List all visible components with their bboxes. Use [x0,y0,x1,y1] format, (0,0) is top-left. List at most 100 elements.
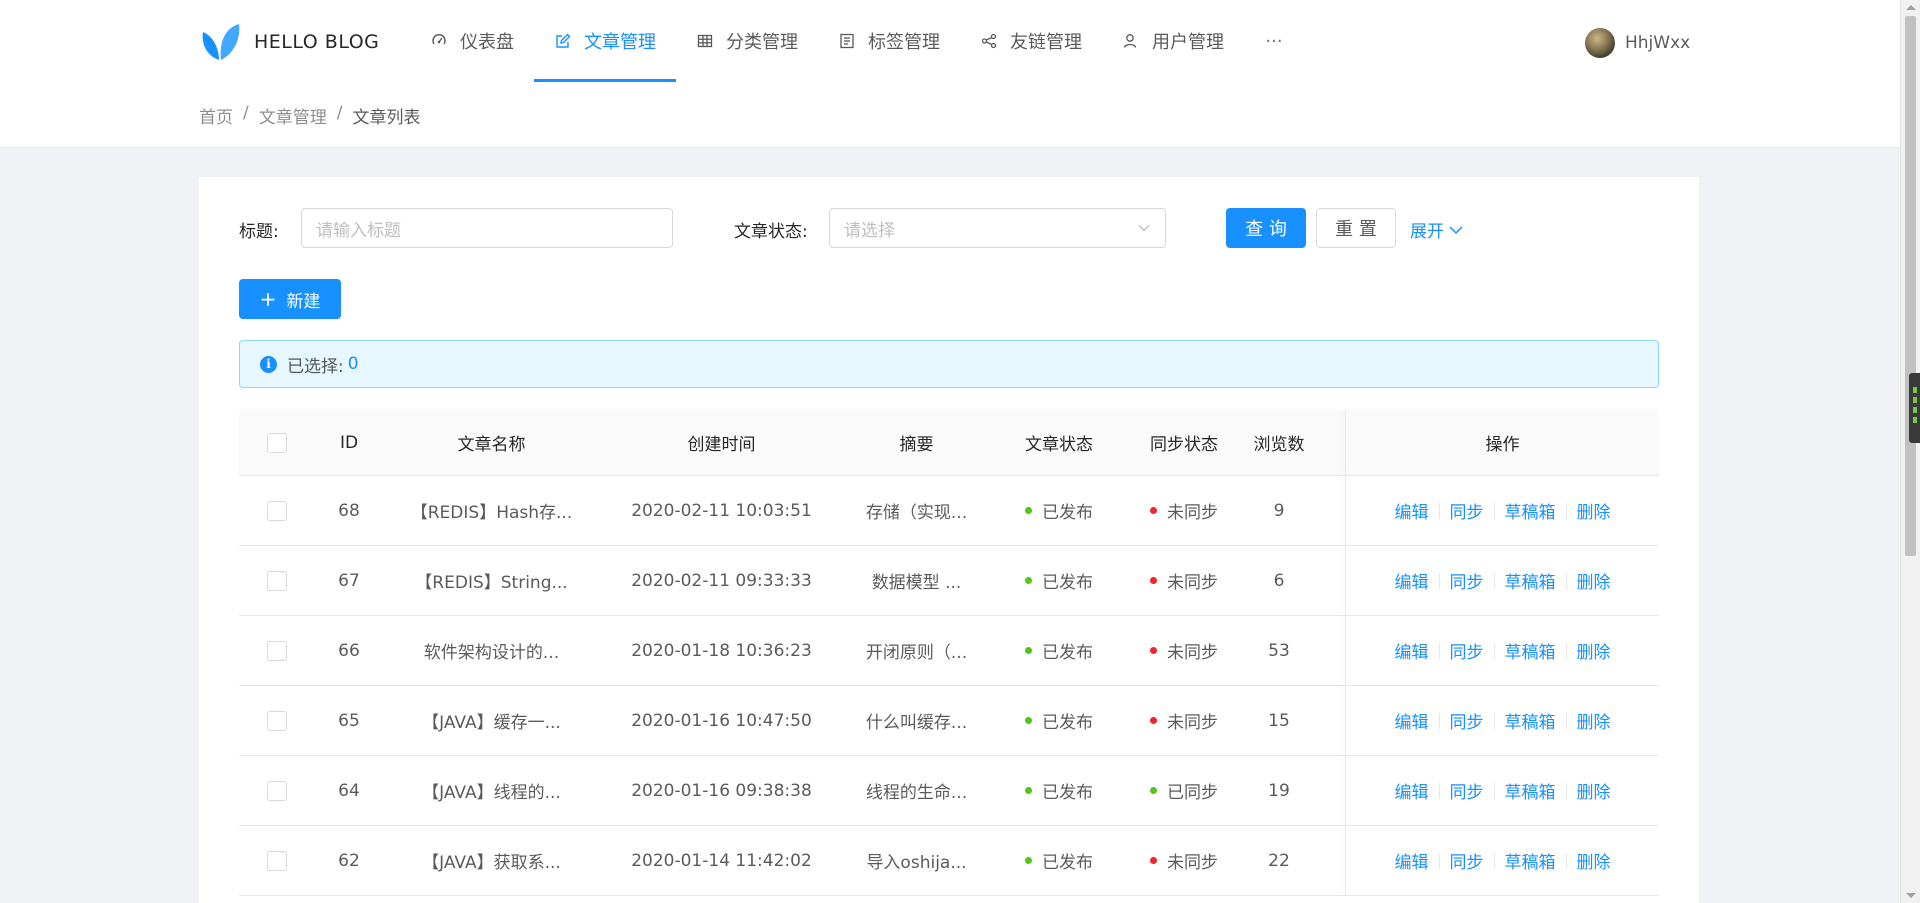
chevron-down-icon [1138,225,1150,232]
nav-item-categories[interactable]: 分类管理 [676,0,818,82]
sync-link[interactable]: 同步 [1450,708,1484,733]
cell-status: 已发布 [989,686,1129,755]
edit-link[interactable]: 编辑 [1395,568,1429,593]
cell-ops: 编辑 同步 草稿箱 删除 [1346,826,1659,895]
header-checkbox-cell [239,410,314,475]
sync-dot [1150,647,1157,654]
nav-label: 仪表盘 [460,32,514,53]
cell-id: 64 [338,780,360,801]
cell-id: 65 [338,710,360,731]
edit-link[interactable]: 编辑 [1395,708,1429,733]
sync-link[interactable]: 同步 [1450,778,1484,803]
cell-status: 已发布 [989,826,1129,895]
row-checkbox[interactable] [266,710,287,731]
side-widget[interactable] [1909,373,1920,443]
header-ops: 操作 [1485,435,1520,455]
table-body: 68 【REDIS】Hash存... 2020-02-11 10:03:51 存储（实… [239,476,1659,896]
expand-link[interactable]: 展开 [1410,217,1464,242]
scroll-thumb[interactable] [1905,16,1916,556]
table-row: 67 【REDIS】String... 2020-02-11 09:33:33 数据模… [239,546,1659,616]
nav-item-users[interactable]: 用户管理 [1102,0,1244,82]
cell-name: 【JAVA】缓存一... [422,713,561,733]
title-input[interactable]: 请输入标题 [301,208,673,248]
divider [1565,852,1567,869]
new-button[interactable]: + 新建 [239,279,341,319]
header-sync: 同步状态 [1150,435,1218,455]
row-checkbox[interactable] [266,850,287,871]
nav-item-dashboard[interactable]: 仪表盘 [410,0,534,82]
delete-link[interactable]: 删除 [1577,568,1611,593]
scroll-up-arrow-icon[interactable] [1906,5,1916,10]
header-time: 创建时间 [687,435,756,455]
sync-link[interactable]: 同步 [1450,638,1484,663]
header-status: 文章状态 [1025,435,1093,455]
logo[interactable]: HELLO BLOG [199,22,379,62]
sync-link[interactable]: 同步 [1450,498,1484,523]
row-checkbox[interactable] [266,780,287,801]
cell-views: 6 [1273,570,1285,591]
draft-link[interactable]: 草稿箱 [1505,638,1556,663]
status-text: 已发布 [1042,713,1093,733]
sync-link[interactable]: 同步 [1450,568,1484,593]
row-checkbox[interactable] [266,500,287,521]
delete-link[interactable]: 删除 [1577,848,1611,873]
nav-item-articles[interactable]: 文章管理 [534,0,676,82]
delete-link[interactable]: 删除 [1577,778,1611,803]
cell-name: 【JAVA】线程的... [422,783,561,803]
row-checkbox[interactable] [266,640,287,661]
sync-text: 未同步 [1167,713,1218,733]
header-summary: 摘要 [899,435,934,455]
delete-link[interactable]: 删除 [1577,638,1611,663]
cell-status: 已发布 [989,546,1129,615]
leaf-logo-icon [202,24,240,60]
nav-item-links[interactable]: 友链管理 [960,0,1102,82]
user-menu[interactable]: HhjWxx [1585,28,1690,58]
main-nav: 仪表盘 文章管理 分类管理 标签管理 友链管理 用户管理 ··· [410,0,1304,82]
cell-ops: 编辑 同步 草稿箱 删除 [1346,546,1659,615]
logo-text: HELLO BLOG [254,31,380,53]
select-all-checkbox[interactable] [266,432,287,453]
row-checkbox-cell [239,616,314,685]
edit-link[interactable]: 编辑 [1395,848,1429,873]
divider [1493,852,1495,869]
scroll-down-arrow-icon[interactable] [1906,893,1916,898]
table-row: 62 【JAVA】获取系... 2020-01-14 11:42:02 导入oshij… [239,826,1659,896]
breadcrumb-articles[interactable]: 文章管理 [259,103,327,128]
nav-item-tags[interactable]: 标签管理 [818,0,960,82]
divider [1565,712,1567,729]
cell-time: 2020-02-11 10:03:51 [631,500,812,521]
reset-button[interactable]: 重 置 [1316,208,1396,248]
query-button[interactable]: 查 询 [1226,208,1306,248]
edit-link[interactable]: 编辑 [1395,778,1429,803]
delete-link[interactable]: 删除 [1577,708,1611,733]
user-icon [1122,32,1140,50]
table-icon [696,32,714,50]
delete-link[interactable]: 删除 [1577,498,1611,523]
header-id: ID [339,432,359,453]
draft-link[interactable]: 草稿箱 [1505,778,1556,803]
breadcrumb-home[interactable]: 首页 [199,103,233,128]
plus-icon: + [259,287,277,311]
divider [1493,782,1495,799]
title-label: 标题: [239,222,279,242]
edit-link[interactable]: 编辑 [1395,638,1429,663]
edit-link[interactable]: 编辑 [1395,498,1429,523]
cell-views: 53 [1268,640,1290,661]
draft-link[interactable]: 草稿箱 [1505,708,1556,733]
cell-id: 66 [338,640,360,661]
divider [1438,572,1440,589]
divider [1438,852,1440,869]
draft-link[interactable]: 草稿箱 [1505,568,1556,593]
dashboard-icon [430,32,448,50]
status-dot [1025,647,1032,654]
nav-more-button[interactable]: ··· [1244,0,1304,82]
row-checkbox[interactable] [266,570,287,591]
status-select[interactable]: 请选择 [829,208,1166,248]
nav-label: 文章管理 [584,32,656,53]
page-scrollbar[interactable] [1900,0,1920,903]
cell-time: 2020-01-18 10:36:23 [631,640,812,661]
draft-link[interactable]: 草稿箱 [1505,498,1556,523]
sync-link[interactable]: 同步 [1450,848,1484,873]
cell-name: 【JAVA】获取系... [422,853,561,873]
draft-link[interactable]: 草稿箱 [1505,848,1556,873]
